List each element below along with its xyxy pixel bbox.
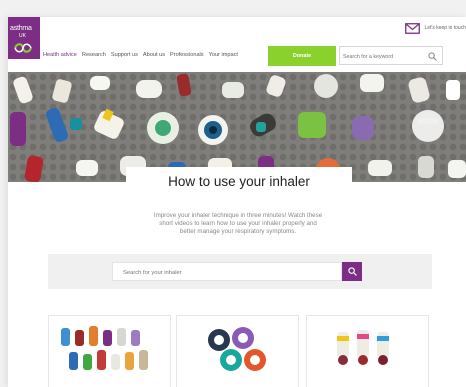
keep-in-touch-label: Let's keep in touch	[424, 25, 466, 31]
mail-icon	[405, 22, 421, 34]
donate-button[interactable]: Donate	[268, 46, 336, 66]
inhaler-search-band	[48, 254, 432, 289]
intro-line-1: Improve your inhaler technique in three …	[153, 212, 323, 219]
nav-item-professionals[interactable]: Professionals	[170, 52, 204, 58]
nav-item-health-advice[interactable]: Health advice	[43, 52, 77, 58]
keyword-search-box	[339, 46, 443, 65]
search-icon	[348, 267, 357, 276]
asthma-uk-logo[interactable]: asthma UK	[8, 17, 40, 59]
logo-knot-icon	[14, 43, 32, 53]
search-icon[interactable]	[428, 52, 437, 61]
logo-text: asthma	[10, 25, 32, 32]
nav-item-research[interactable]: Research	[82, 52, 106, 58]
nav-item-your-impact[interactable]: Your impact	[209, 52, 238, 58]
intro-line-3: better manage your respiratory symptoms.	[179, 228, 297, 235]
metered-dose-inhalers-image	[61, 326, 148, 370]
inhaler-search-input[interactable]	[123, 267, 323, 278]
page: asthma UK Let's keep in touch Health adv…	[8, 17, 466, 387]
keyword-search-input[interactable]	[343, 51, 425, 62]
inhaler-search-button[interactable]	[342, 262, 362, 281]
inhaler-card-1[interactable]	[48, 315, 171, 387]
title-box: How to use your inhaler	[126, 167, 352, 195]
disk-inhalers-image	[208, 327, 266, 371]
page-title: How to use your inhaler	[168, 173, 310, 189]
inhaler-card-2[interactable]	[176, 315, 299, 387]
inhaler-search-box	[112, 262, 342, 281]
intro-text: Improve your inhaler technique in three …	[108, 212, 368, 236]
inhaler-pattern-graphic	[8, 72, 466, 182]
keep-in-touch-link[interactable]: Let's keep in touch	[405, 21, 466, 35]
logo-subtext: UK	[19, 33, 26, 39]
inhaler-card-3[interactable]	[306, 315, 429, 387]
main-nav: Health advice Research Support us About …	[43, 52, 238, 58]
intro-line-2: short videos to learn how to use your in…	[159, 220, 317, 227]
hero-inhalers-image	[8, 72, 466, 182]
nav-item-about-us[interactable]: About us	[143, 52, 165, 58]
dry-powder-inhalers-image	[337, 330, 389, 365]
nav-item-support-us[interactable]: Support us	[111, 52, 138, 58]
